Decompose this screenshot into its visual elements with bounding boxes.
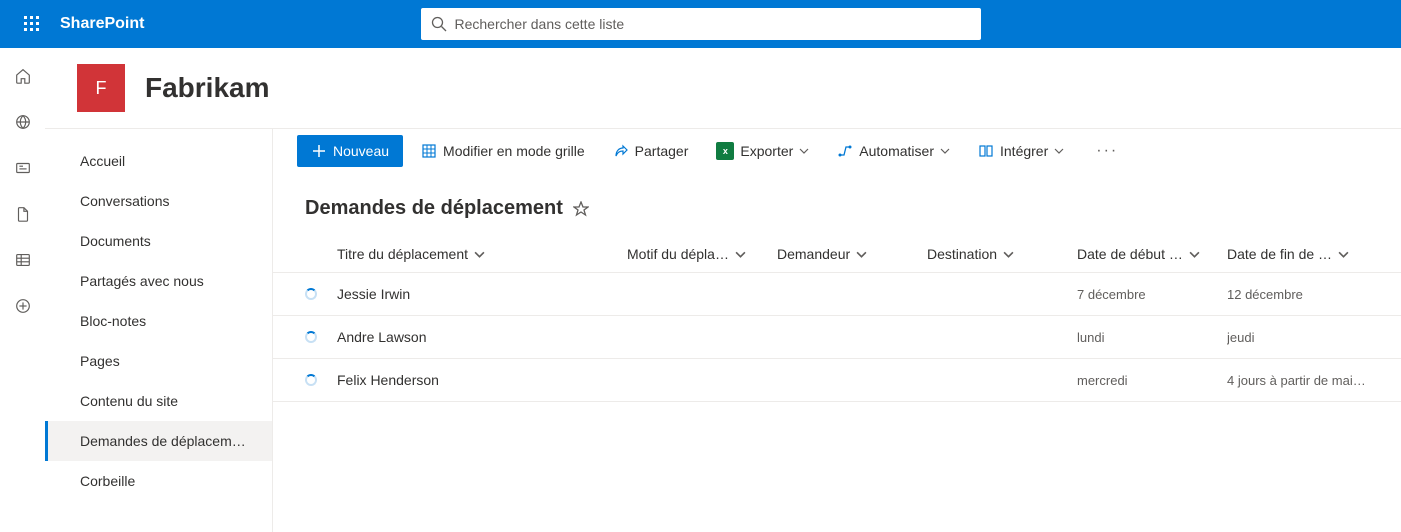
chevron-down-icon (1338, 249, 1349, 260)
share-label: Partager (635, 143, 689, 159)
chevron-down-icon (856, 249, 867, 260)
column-header-title[interactable]: Titre du déplacement (337, 246, 627, 262)
export-button[interactable]: x Exporter (706, 135, 819, 167)
nav-item-pages[interactable]: Pages (45, 341, 272, 381)
chevron-down-icon (799, 146, 809, 156)
site-logo[interactable]: F (77, 64, 125, 112)
new-label: Nouveau (333, 143, 389, 159)
list-icon[interactable] (13, 250, 33, 270)
grid-icon (421, 143, 437, 159)
nav-item-notebook[interactable]: Bloc-notes (45, 301, 272, 341)
automate-label: Automatiser (859, 143, 934, 159)
news-icon[interactable] (13, 158, 33, 178)
new-button[interactable]: Nouveau (297, 135, 403, 167)
automate-button[interactable]: Automatiser (827, 135, 960, 167)
nav-item-conversations[interactable]: Conversations (45, 181, 272, 221)
loading-icon (305, 331, 317, 343)
more-button[interactable]: ··· (1086, 142, 1128, 160)
favorite-star-icon[interactable] (573, 201, 589, 217)
nav-item-travel-requests[interactable]: Demandes de déplacem… (45, 421, 272, 461)
chevron-down-icon (940, 146, 950, 156)
add-icon[interactable] (13, 296, 33, 316)
app-launcher-button[interactable] (8, 0, 56, 48)
loading-icon (305, 374, 317, 386)
search-box[interactable] (421, 8, 981, 40)
nav-item-home[interactable]: Accueil (45, 141, 272, 181)
search-input[interactable] (455, 16, 971, 32)
integrate-label: Intégrer (1000, 143, 1048, 159)
integrate-button[interactable]: Intégrer (968, 135, 1074, 167)
chevron-down-icon (1054, 146, 1064, 156)
chevron-down-icon (1189, 249, 1200, 260)
chevron-down-icon (735, 249, 746, 260)
chevron-down-icon (474, 249, 485, 260)
nav-item-recycle[interactable]: Corbeille (45, 461, 272, 501)
share-icon (613, 143, 629, 159)
nav-item-site-contents[interactable]: Contenu du site (45, 381, 272, 421)
command-bar: Nouveau Modifier en mode grille Partager… (273, 129, 1401, 173)
site-header: F Fabrikam (45, 48, 1401, 128)
share-button[interactable]: Partager (603, 135, 699, 167)
table-row[interactable]: Felix Henderson mercredi 4 jours à parti… (273, 359, 1401, 402)
edit-grid-button[interactable]: Modifier en mode grille (411, 135, 595, 167)
site-title[interactable]: Fabrikam (145, 72, 270, 104)
app-rail (0, 48, 45, 532)
integrate-icon (978, 143, 994, 159)
list-title: Demandes de déplacement (305, 197, 563, 220)
plus-icon (311, 143, 327, 159)
file-icon[interactable] (13, 204, 33, 224)
nav-item-shared[interactable]: Partagés avec nous (45, 261, 272, 301)
loading-icon (305, 288, 317, 300)
column-header-requester[interactable]: Demandeur (777, 246, 927, 262)
column-header-destination[interactable]: Destination (927, 246, 1077, 262)
search-icon (431, 16, 447, 32)
nav-item-documents[interactable]: Documents (45, 221, 272, 261)
column-header-start-date[interactable]: Date de début … (1077, 246, 1227, 262)
export-label: Exporter (740, 143, 793, 159)
home-icon[interactable] (13, 66, 33, 86)
column-header-reason[interactable]: Motif du dépla… (627, 246, 777, 262)
globe-icon[interactable] (13, 112, 33, 132)
table-header-row: Titre du déplacement Motif du dépla… Dem… (273, 236, 1401, 273)
suite-header: SharePoint (0, 0, 1401, 48)
chevron-down-icon (1003, 249, 1014, 260)
excel-icon: x (716, 142, 734, 160)
left-nav: Accueil Conversations Documents Partagés… (45, 129, 273, 532)
edit-grid-label: Modifier en mode grille (443, 143, 585, 159)
column-header-end-date[interactable]: Date de fin de … (1227, 246, 1377, 262)
list-table: Titre du déplacement Motif du dépla… Dem… (273, 236, 1401, 402)
app-name[interactable]: SharePoint (60, 15, 144, 33)
flow-icon (837, 143, 853, 159)
table-row[interactable]: Andre Lawson lundi jeudi (273, 316, 1401, 359)
table-row[interactable]: Jessie Irwin 7 décembre 12 décembre (273, 273, 1401, 316)
